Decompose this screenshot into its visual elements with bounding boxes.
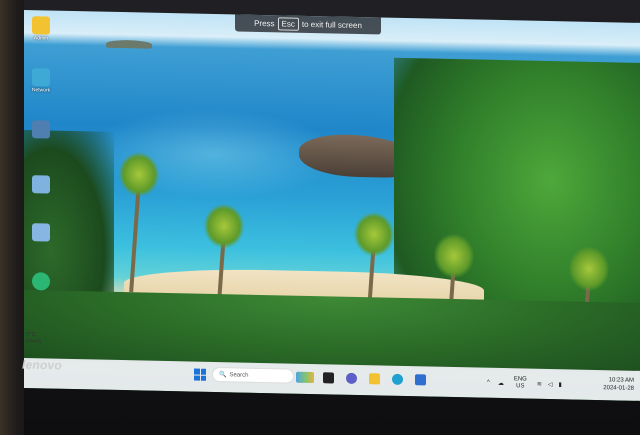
battery-icon[interactable]: ▮ [559, 381, 562, 388]
task-view-icon[interactable] [323, 372, 334, 384]
search-box[interactable]: 🔍 Search [212, 366, 294, 384]
clock-date: 2024-01-28 [603, 385, 634, 392]
edge-icon[interactable] [392, 373, 403, 385]
distant-island [106, 39, 152, 49]
app-icon [32, 175, 50, 194]
region-code: US [516, 383, 525, 390]
lenovo-logo: lenovo [22, 357, 62, 373]
search-placeholder: Search [229, 371, 249, 379]
edge-icon [32, 272, 50, 291]
store-icon[interactable] [415, 374, 426, 386]
desktop-icon-control-panel[interactable] [28, 120, 54, 139]
desktop-icon-label: Admin [33, 35, 49, 42]
desktop-icon-app[interactable] [28, 175, 54, 194]
desktop-screen: Admin Network Press Esc to exit full scr… [24, 10, 640, 401]
desktop-icon-admin[interactable]: Admin [28, 16, 54, 42]
file-explorer-icon[interactable] [369, 373, 380, 385]
esc-key-hint: Esc [277, 17, 299, 31]
language-indicator[interactable]: ENG US [514, 376, 527, 390]
start-button[interactable] [194, 368, 206, 381]
cloud-icon[interactable]: ☁ [498, 379, 504, 386]
desktop-icon-edge[interactable] [28, 272, 54, 291]
palm-tree [119, 151, 159, 303]
user-folder-icon [32, 16, 50, 35]
weather-widget[interactable]: 7°C Cloudy [26, 332, 42, 344]
app-icon [32, 223, 50, 242]
clock[interactable]: 10:23 AM 2024-01-28 [603, 376, 634, 393]
widgets-icon[interactable] [296, 371, 314, 384]
desktop-icon-network[interactable]: Network [28, 68, 54, 94]
volume-icon[interactable]: ◁ [548, 380, 553, 387]
wifi-icon[interactable]: ≋ [537, 380, 542, 387]
banner-prefix: Press [254, 18, 275, 29]
desktop-icon-app[interactable] [28, 223, 54, 242]
banner-suffix: to exit full screen [301, 19, 362, 31]
search-icon: 🔍 [219, 372, 227, 379]
weather-condition: Cloudy [26, 338, 42, 345]
system-tray: ^ ☁ ENG US ≋ ◁ ▮ [487, 368, 562, 400]
chevron-up-icon[interactable]: ^ [487, 380, 490, 386]
control-panel-icon [32, 120, 50, 139]
bezel-edge [0, 0, 24, 435]
network-icon [32, 68, 50, 87]
desktop-icon-label: Network [31, 87, 51, 94]
chat-icon[interactable] [346, 372, 357, 384]
fullscreen-exit-banner: Press Esc to exit full screen [235, 14, 381, 35]
